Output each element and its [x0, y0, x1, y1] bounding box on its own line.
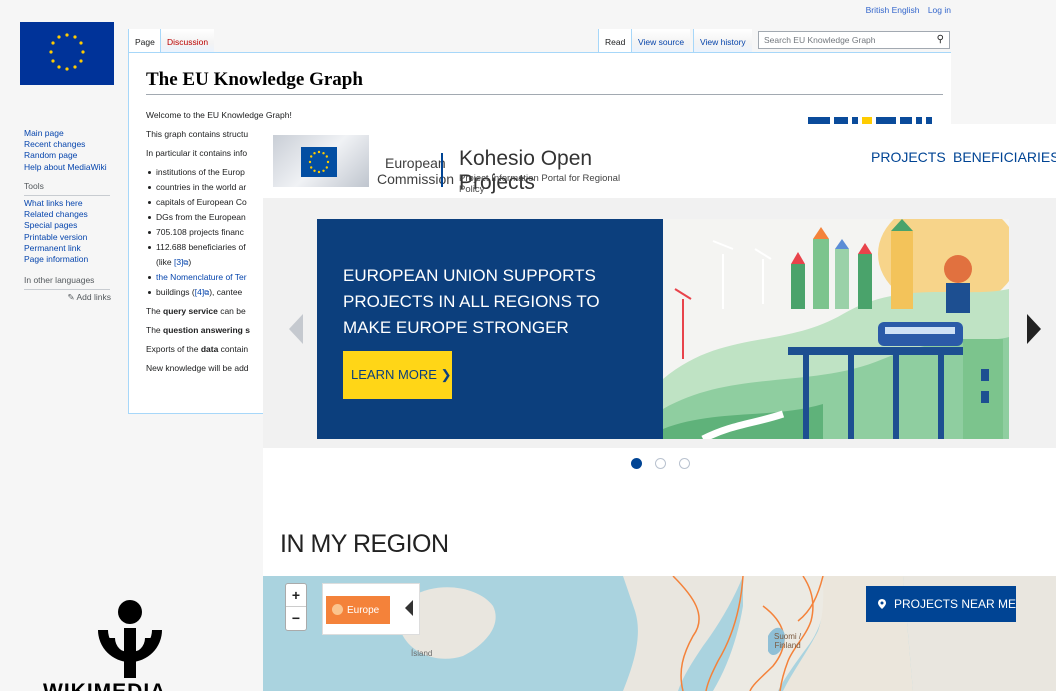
map-label-finland: Suomi / Finland	[774, 632, 801, 650]
globe-icon	[332, 604, 343, 615]
exports-bold: data	[200, 344, 219, 354]
europe-button[interactable]: Europe	[326, 596, 390, 624]
tab-discussion[interactable]: Discussion	[160, 29, 215, 53]
reference-link[interactable]: [4]	[195, 287, 204, 297]
search-input[interactable]: Search EU Knowledge Graph ⚲	[758, 31, 950, 49]
chevron-right-icon: ❯	[440, 367, 452, 382]
search-icon[interactable]: ⚲	[937, 34, 944, 45]
tab-page[interactable]: Page	[128, 29, 161, 53]
carousel-next-button[interactable]	[1027, 314, 1041, 344]
tab-view-source[interactable]: View source	[631, 29, 691, 53]
exports-rest: contain	[218, 344, 249, 354]
app-subtitle: Project Information Portal for Regional …	[459, 173, 621, 195]
nav-beneficiaries[interactable]: BENEFICIARIES	[953, 149, 1056, 165]
language-link[interactable]: British English	[866, 5, 920, 15]
search-placeholder: Search EU Knowledge Graph	[764, 35, 876, 45]
kohesio-window: European Commission Kohesio Open Project…	[263, 124, 1056, 691]
learn-more-button[interactable]: LEARN MORE ❯	[343, 351, 452, 399]
sidebar-item-related-changes[interactable]: Related changes	[24, 209, 124, 220]
european-commission-logo[interactable]: European Commission Kohesio Open Project…	[273, 133, 623, 195]
tab-view-history[interactable]: View history	[693, 29, 752, 53]
logo-divider	[441, 153, 443, 187]
hero-title: EUROPEAN UNION SUPPORTS PROJECTS IN ALL …	[343, 266, 600, 337]
exports-prefix: Exports of the	[146, 344, 201, 354]
region-section-title: IN MY REGION	[280, 530, 449, 558]
query-rest: can be	[217, 306, 246, 316]
sidebar-item-recent-changes[interactable]: Recent changes	[24, 139, 124, 150]
zoom-in-button[interactable]: +	[286, 584, 306, 607]
tab-read[interactable]: Read	[598, 29, 632, 53]
personal-tools: British English Log in	[860, 5, 951, 15]
sidebar-languages-heading: In other languages	[24, 275, 110, 291]
wikimedia-logo-icon	[90, 598, 170, 678]
map-label-finland-line2: Finland	[774, 641, 801, 650]
sidebar-item-permanent-link[interactable]: Permanent link	[24, 243, 124, 254]
learn-more-label: LEARN MORE	[351, 367, 437, 382]
add-links-label: Add links	[76, 292, 112, 303]
wiki-sidebar: Main page Recent changes Random page Hel…	[24, 128, 124, 304]
add-links-link[interactable]: ✎ Add links	[24, 292, 111, 303]
sidebar-item-special-pages[interactable]: Special pages	[24, 220, 124, 231]
zoom-control: + −	[285, 583, 307, 631]
chevron-left-icon	[289, 314, 303, 344]
wikimedia-wordmark: WIKIMEDIA	[43, 680, 166, 691]
map-pin-icon	[878, 599, 886, 609]
map-label-iceland: Ísland	[411, 649, 433, 658]
zoom-out-button[interactable]: −	[286, 607, 306, 630]
carousel-prev-button[interactable]	[289, 314, 303, 344]
buildings-prefix: buildings (	[156, 287, 195, 297]
ec-logo-text-line1: European	[385, 155, 446, 171]
reference-link[interactable]: [3]	[174, 257, 183, 267]
sidebar-item-random-page[interactable]: Random page	[24, 150, 124, 161]
hero-slide-text-panel: EUROPEAN UNION SUPPORTS PROJECTS IN ALL …	[317, 219, 663, 439]
sidebar-item-main-page[interactable]: Main page	[24, 128, 124, 139]
region-map[interactable]: + − Europe PROJECTS NEAR ME Ísland Suomi…	[263, 576, 1056, 691]
carousel-dot-2[interactable]	[655, 458, 666, 469]
carousel-dot-1[interactable]	[631, 458, 642, 469]
europe-button-label: Europe	[347, 605, 380, 616]
carousel-dot-3[interactable]	[679, 458, 690, 469]
like-prefix: (like	[156, 257, 174, 267]
ec-logo-emblem	[273, 135, 369, 187]
kohesio-header: European Commission Kohesio Open Project…	[263, 124, 1056, 198]
sidebar-item-printable-version[interactable]: Printable version	[24, 232, 124, 243]
wiki-banner-image	[808, 110, 944, 128]
projects-near-me-label: PROJECTS NEAR ME	[894, 597, 1017, 611]
carousel-indicators	[631, 458, 701, 472]
pencil-icon: ✎	[67, 292, 75, 303]
sidebar-item-page-information[interactable]: Page information	[24, 254, 124, 265]
query-prefix: The	[146, 306, 164, 316]
chevron-right-icon	[1027, 314, 1041, 344]
nomenclature-link[interactable]: the Nomenclature of Ter	[156, 272, 247, 282]
projects-near-me-button[interactable]: PROJECTS NEAR ME	[866, 586, 1016, 622]
eu-flag-logo[interactable]	[20, 22, 114, 85]
qa-bold: question answering s	[163, 325, 250, 335]
eu-flag-icon	[301, 147, 337, 177]
query-bold: query service	[163, 306, 218, 316]
wiki-tabs: Page Discussion Read View source View hi…	[128, 29, 951, 53]
qa-prefix: The	[146, 325, 164, 335]
map-label-finland-line1: Suomi /	[774, 632, 802, 641]
collapse-panel-button[interactable]	[405, 600, 415, 616]
sidebar-item-help[interactable]: Help about MediaWiki	[24, 162, 124, 173]
page-title: The EU Knowledge Graph	[146, 69, 943, 95]
region-selector-panel: Europe	[322, 583, 420, 635]
like-suffix: )	[188, 257, 192, 267]
nav-projects[interactable]: PROJECTS	[871, 149, 946, 165]
hero-illustration	[663, 199, 1018, 443]
buildings-suffix: ), cantee	[209, 287, 243, 297]
caret-left-icon	[405, 600, 413, 616]
sidebar-item-what-links-here[interactable]: What links here	[24, 198, 124, 209]
sidebar-tools-heading: Tools	[24, 181, 110, 197]
login-link[interactable]: Log in	[928, 5, 951, 15]
